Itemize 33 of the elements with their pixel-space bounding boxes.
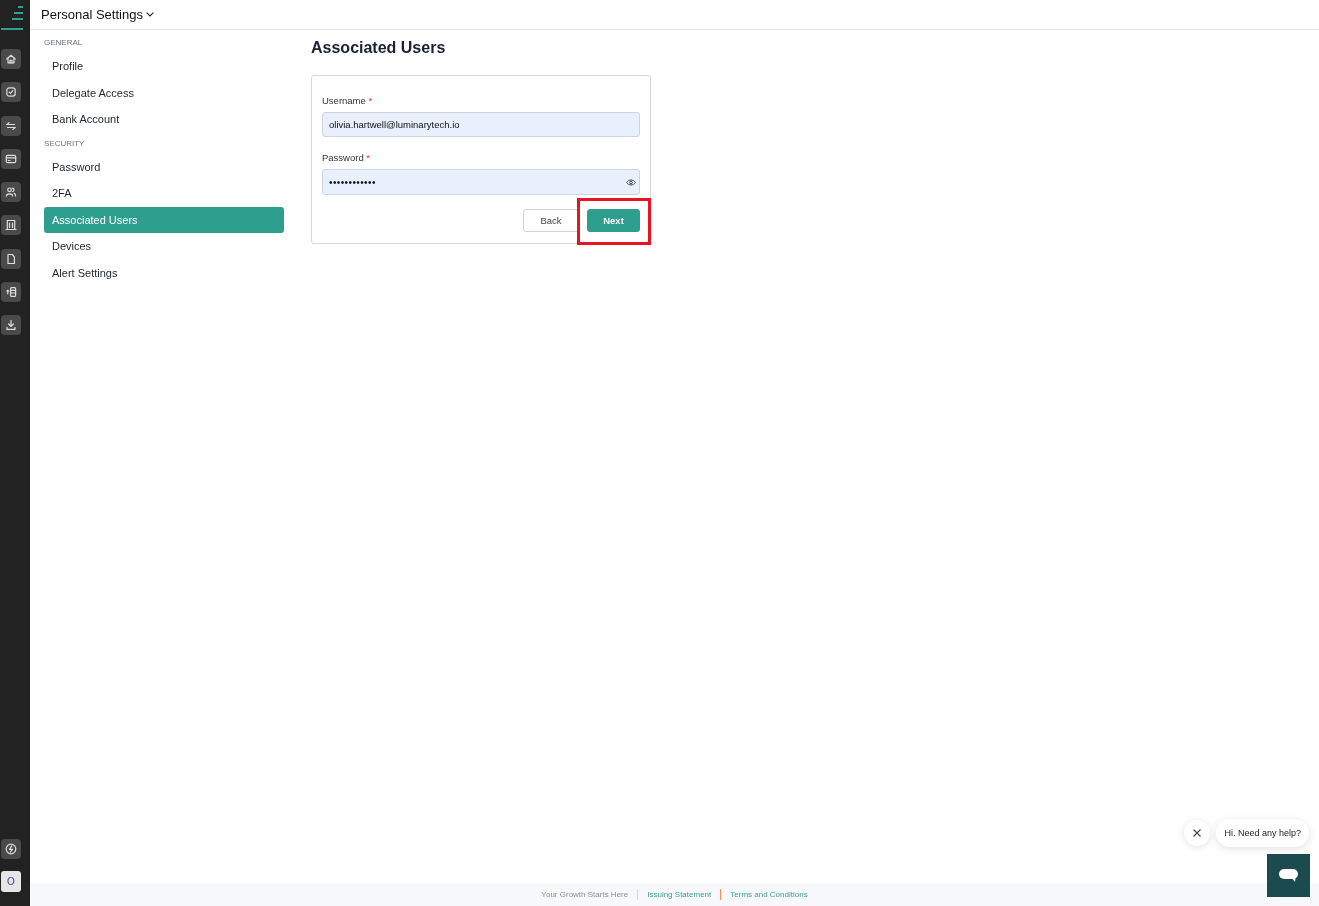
field-label: Password * [322, 152, 372, 164]
sidebar-item[interactable]: Devices [44, 233, 284, 260]
sidebar-item[interactable]: 2FA [44, 180, 284, 207]
password-field[interactable]: •••••••••••• [322, 169, 640, 195]
users-icon[interactable] [1, 182, 21, 203]
bolt-icon[interactable] [1, 839, 21, 859]
check-square-icon[interactable] [1, 82, 21, 103]
sidebar-item[interactable]: Password [44, 153, 284, 180]
chat-bubble[interactable]: Hi. Need any help? [1216, 819, 1309, 847]
sidebar-item[interactable]: Profile [44, 53, 284, 80]
home-icon[interactable] [1, 49, 21, 69]
section-heading: GENERAL [44, 37, 84, 49]
field-label: Username * [322, 95, 374, 107]
back-button[interactable]: Back [523, 209, 579, 232]
ledger-icon[interactable] [1, 282, 21, 303]
logo-icon[interactable] [1, 4, 23, 31]
download-icon[interactable] [1, 315, 21, 336]
sidebar-item[interactable]: Bank Account [44, 106, 284, 133]
footer-tagline: Your Growth Starts Here [541, 890, 629, 899]
chevron-down-icon[interactable] [145, 12, 154, 17]
document-icon[interactable] [1, 248, 21, 269]
building-icon[interactable] [1, 215, 21, 236]
text-field[interactable]: olivia.hartwell@luminarytech.io [322, 112, 640, 137]
page-menu-title[interactable]: Personal Settings [41, 7, 143, 22]
chat-icon[interactable] [1267, 854, 1310, 897]
sidebar-item[interactable]: Delegate Access [44, 79, 284, 106]
swap-arrows-icon[interactable] [1, 115, 21, 136]
eye-icon[interactable] [626, 178, 636, 186]
page-title: Associated Users [311, 38, 447, 58]
avatar[interactable]: O [1, 871, 21, 892]
sidebar-item[interactable]: Alert Settings [44, 259, 284, 286]
section-heading: SECURITY [44, 137, 86, 150]
card-icon[interactable] [1, 148, 21, 169]
